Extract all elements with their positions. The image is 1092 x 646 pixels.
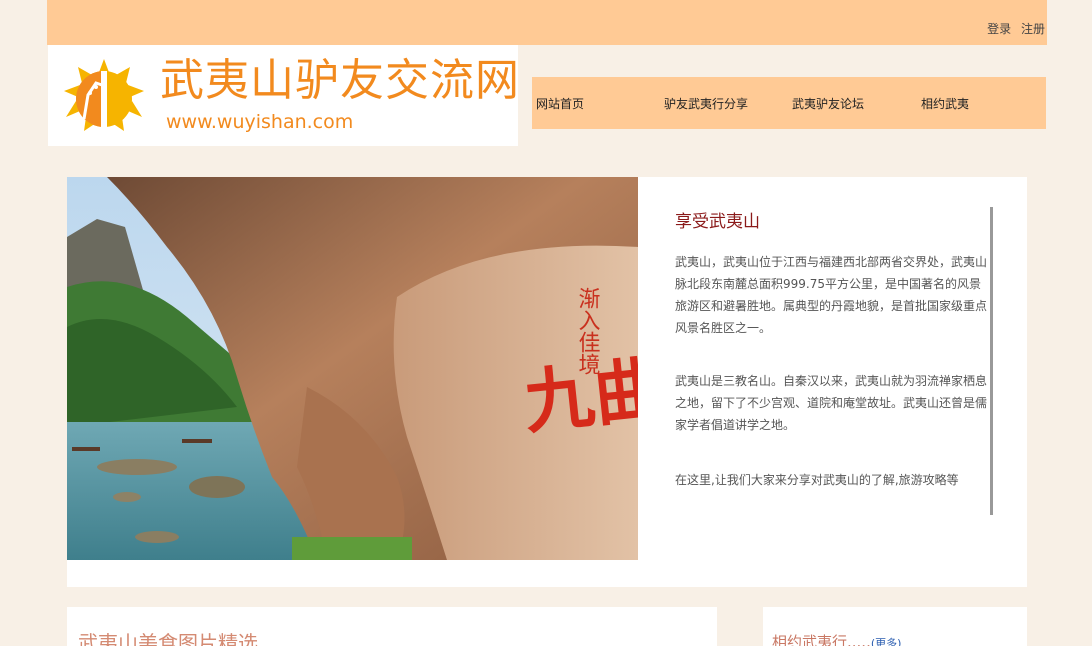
register-link[interactable]: 注册 bbox=[1021, 22, 1045, 36]
sun-logo-icon bbox=[64, 59, 144, 131]
meetup-section: 相约武夷行.....(更多) bbox=[763, 607, 1027, 646]
hero-text-panel: 享受武夷山 武夷山，武夷山位于江西与福建西北部两省交界处，武夷山脉北段东南麓总面… bbox=[675, 207, 993, 515]
page: 登录 注册 武夷山驴友交流网 www.wuyishan.com 网站首页 驴友武… bbox=[0, 0, 1092, 646]
top-bar: 登录 注册 bbox=[47, 0, 1047, 45]
hero-paragraph-intro: 武夷山，武夷山位于江西与福建西北部两省交界处，武夷山脉北段东南麓总面积999.7… bbox=[675, 255, 988, 335]
logo-url: www.wuyishan.com bbox=[166, 111, 354, 133]
site-logo[interactable]: 武夷山驴友交流网 www.wuyishan.com bbox=[48, 45, 520, 146]
hero-photo-image: 九曲溪 渐入佳境 bbox=[67, 177, 638, 560]
meetup-more-link[interactable]: (更多) bbox=[871, 637, 902, 646]
hero-section: 九曲溪 渐入佳境 享受武夷山 武夷山，武夷山位于江西与福建西北部两省交界处，武夷… bbox=[67, 177, 1027, 587]
hero-paragraph-religion: 武夷山是三教名山。自秦汉以来，武夷山就为羽流禅家栖息之地，留下了不少宫观、道院和… bbox=[675, 374, 988, 432]
hero-title: 享受武夷山 bbox=[675, 212, 760, 232]
auth-links: 登录 注册 bbox=[981, 20, 1045, 37]
food-gallery-title: 武夷山美食图片精选 bbox=[78, 631, 258, 646]
inscription-side: 渐入佳境 bbox=[575, 287, 601, 375]
meetup-title: 相约武夷行.....(更多) bbox=[772, 631, 901, 646]
meetup-title-text[interactable]: 相约武夷行..... bbox=[772, 633, 871, 646]
nav-item-share[interactable]: 驴友武夷行分享 bbox=[664, 95, 748, 112]
nav-item-forum[interactable]: 武夷驴友论坛 bbox=[792, 95, 864, 112]
logo-title: 武夷山驴友交流网 bbox=[160, 55, 520, 106]
nav-item-home[interactable]: 网站首页 bbox=[536, 95, 584, 112]
main-nav: 网站首页 驴友武夷行分享 武夷驴友论坛 相约武夷 bbox=[532, 77, 1046, 129]
nav-item-meetup[interactable]: 相约武夷 bbox=[921, 95, 969, 112]
hero-paragraph-share: 在这里,让我们大家来分享对武夷山的了解,旅游攻略等 bbox=[675, 473, 959, 487]
food-gallery-section: 武夷山美食图片精选 bbox=[67, 607, 717, 646]
login-link[interactable]: 登录 bbox=[987, 22, 1011, 36]
